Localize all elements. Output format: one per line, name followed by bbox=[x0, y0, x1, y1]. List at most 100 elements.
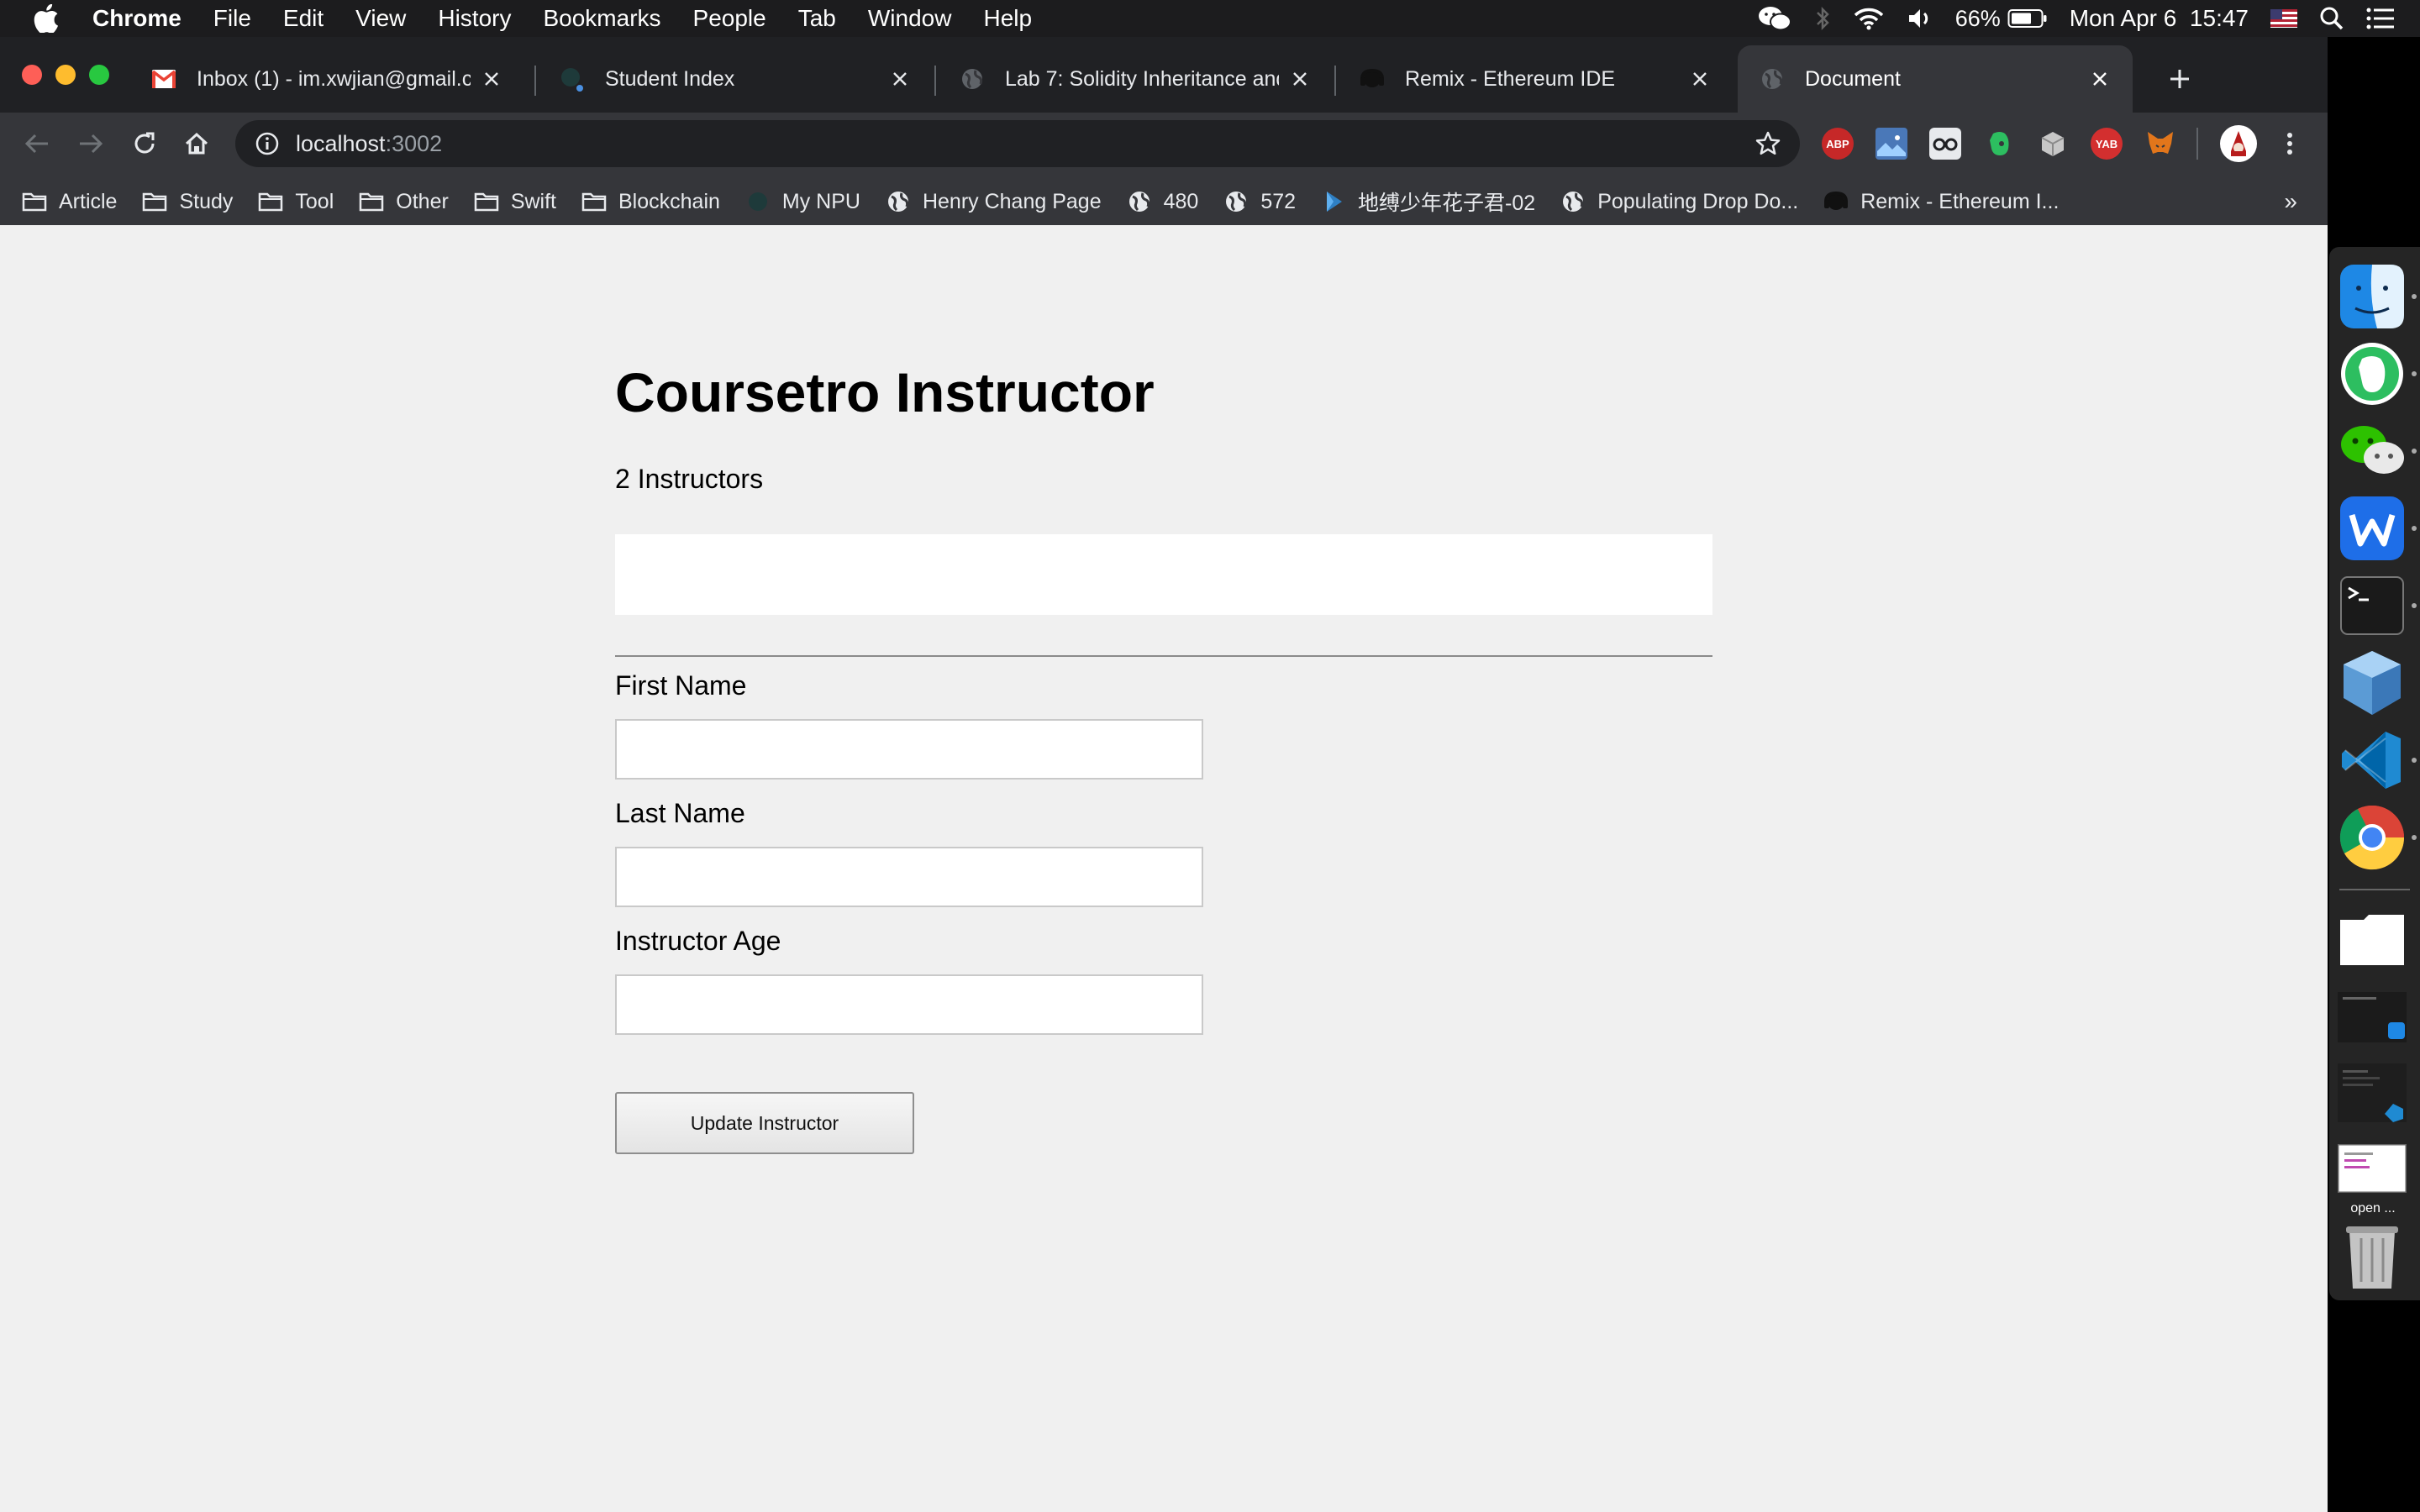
yab-extension-icon[interactable]: YAB bbox=[2091, 128, 2123, 160]
bookmark-folder-swift[interactable]: Swift bbox=[474, 189, 556, 214]
virtualbox-cube-icon[interactable] bbox=[2338, 648, 2407, 717]
bookmarks-overflow-chevron-icon[interactable]: » bbox=[2284, 188, 2297, 215]
last-name-input[interactable] bbox=[615, 847, 1203, 907]
url-port: :3002 bbox=[385, 130, 443, 156]
bookmark-remix[interactable]: Remix - Ethereum I... bbox=[1823, 189, 2059, 214]
bluetooth-icon[interactable] bbox=[1814, 6, 1831, 31]
first-name-input[interactable] bbox=[615, 719, 1203, 780]
tab-document-active[interactable]: Document bbox=[1738, 45, 2133, 113]
forward-arrow-icon[interactable] bbox=[74, 127, 108, 160]
bookmark-folder-study[interactable]: Study bbox=[142, 189, 233, 214]
bookmark-anime-episode[interactable]: 地缚少年花子君-02 bbox=[1321, 186, 1535, 217]
tab-title: Lab 7: Solidity Inheritance and D bbox=[1005, 66, 1279, 91]
menu-edit[interactable]: Edit bbox=[267, 5, 339, 32]
tab-close-icon[interactable] bbox=[479, 66, 504, 92]
wechat-status-icon[interactable] bbox=[1757, 4, 1792, 33]
window-minimize-button[interactable] bbox=[55, 65, 76, 85]
menu-view[interactable]: View bbox=[339, 5, 422, 32]
chrome-window: Inbox (1) - im.xwjian@gmail.com Student … bbox=[0, 37, 2328, 1512]
bookmark-480[interactable]: 480 bbox=[1127, 189, 1199, 214]
menu-app-name[interactable]: Chrome bbox=[92, 5, 197, 32]
menu-people[interactable]: People bbox=[677, 5, 782, 32]
tab-separator bbox=[934, 66, 936, 96]
spotlight-search-icon[interactable] bbox=[2319, 6, 2344, 31]
bookmark-folder-other[interactable]: Other bbox=[359, 189, 449, 214]
bookmark-label: 480 bbox=[1163, 189, 1199, 213]
battery-icon[interactable] bbox=[2007, 8, 2048, 29]
reader-glasses-icon[interactable] bbox=[1929, 128, 1961, 160]
finder-icon[interactable] bbox=[2338, 262, 2407, 331]
update-instructor-button[interactable]: Update Instructor bbox=[615, 1092, 914, 1154]
running-indicator bbox=[2412, 449, 2417, 454]
menu-history[interactable]: History bbox=[422, 5, 527, 32]
folder-stack-icon[interactable] bbox=[2338, 906, 2407, 974]
remix-icon bbox=[1360, 66, 1385, 92]
macos-dock: open ... bbox=[2329, 247, 2420, 1300]
vscode-window-thumbnail[interactable] bbox=[2338, 1058, 2407, 1127]
menu-tab[interactable]: Tab bbox=[782, 5, 852, 32]
tab-student-index[interactable]: Student Index bbox=[538, 45, 933, 113]
tab-close-icon[interactable] bbox=[1687, 66, 1712, 92]
bookmark-folder-tool[interactable]: Tool bbox=[258, 189, 334, 214]
instructor-info-box bbox=[615, 534, 1712, 615]
profile-avatar[interactable] bbox=[2220, 125, 2257, 162]
evernote-icon[interactable] bbox=[2338, 339, 2407, 408]
chrome-menu-kebab-icon[interactable] bbox=[2274, 128, 2306, 160]
menubar-clock[interactable]: Mon Apr 6 15:47 bbox=[2070, 5, 2249, 32]
cube-extension-icon[interactable] bbox=[2037, 128, 2069, 160]
toolbar-separator bbox=[2196, 128, 2198, 160]
tab-remix-ide[interactable]: Remix - Ethereum IDE bbox=[1338, 45, 1733, 113]
folder-icon bbox=[581, 189, 607, 214]
terminal-icon[interactable] bbox=[2338, 571, 2407, 640]
wps-office-icon[interactable] bbox=[2338, 494, 2407, 563]
finder-window-thumbnail[interactable] bbox=[2338, 983, 2407, 1052]
tab-close-icon[interactable] bbox=[2087, 66, 2112, 92]
folder-icon bbox=[359, 189, 384, 214]
address-bar[interactable]: localhost:3002 bbox=[235, 120, 1800, 167]
apple-menu-icon[interactable] bbox=[0, 4, 92, 33]
site-info-icon[interactable] bbox=[254, 130, 281, 157]
bookmark-populating-drop[interactable]: Populating Drop Do... bbox=[1560, 189, 1798, 214]
chrome-icon[interactable] bbox=[2338, 803, 2407, 872]
adblock-plus-icon[interactable]: ABP bbox=[1822, 128, 1854, 160]
menu-help[interactable]: Help bbox=[967, 5, 1048, 32]
bilibili-icon bbox=[1321, 189, 1346, 214]
battery-percent[interactable]: 66% bbox=[1955, 6, 2001, 32]
back-arrow-icon[interactable] bbox=[20, 127, 54, 160]
instructor-age-input[interactable] bbox=[615, 974, 1203, 1035]
photo-extension-icon[interactable] bbox=[1876, 128, 1907, 160]
wifi-icon[interactable] bbox=[1853, 6, 1885, 31]
tab-close-icon[interactable] bbox=[1287, 66, 1313, 92]
menu-file[interactable]: File bbox=[197, 5, 267, 32]
tab-gmail-inbox[interactable]: Inbox (1) - im.xwjian@gmail.com bbox=[129, 45, 524, 113]
us-flag-icon[interactable] bbox=[2270, 9, 2297, 28]
bookmark-folder-blockchain[interactable]: Blockchain bbox=[581, 189, 720, 214]
metamask-fox-icon[interactable] bbox=[2144, 128, 2176, 160]
menu-window[interactable]: Window bbox=[852, 5, 968, 32]
menu-bookmarks[interactable]: Bookmarks bbox=[527, 5, 676, 32]
evernote-extension-icon[interactable] bbox=[1983, 128, 2015, 160]
volume-icon[interactable] bbox=[1907, 6, 1933, 31]
bookmark-folder-article[interactable]: Article bbox=[22, 189, 117, 214]
bookmark-star-icon[interactable] bbox=[1754, 130, 1781, 157]
running-indicator bbox=[2412, 835, 2417, 840]
bookmark-my-npu[interactable]: My NPU bbox=[745, 189, 860, 214]
running-indicator bbox=[2412, 758, 2417, 763]
document-window-thumbnail[interactable] bbox=[2338, 1134, 2407, 1203]
bookmark-572[interactable]: 572 bbox=[1223, 189, 1296, 214]
vscode-icon[interactable] bbox=[2338, 726, 2407, 795]
trash-icon[interactable] bbox=[2338, 1221, 2407, 1290]
bookmark-label: 572 bbox=[1260, 189, 1297, 213]
window-close-button[interactable] bbox=[22, 65, 42, 85]
running-indicator bbox=[2412, 526, 2417, 531]
notification-center-icon[interactable] bbox=[2366, 7, 2395, 30]
tab-solidity-lab[interactable]: Lab 7: Solidity Inheritance and D bbox=[938, 45, 1333, 113]
home-icon[interactable] bbox=[180, 127, 213, 160]
window-zoom-button[interactable] bbox=[89, 65, 109, 85]
bookmark-henry-chang[interactable]: Henry Chang Page bbox=[886, 189, 1102, 214]
new-tab-plus-icon[interactable] bbox=[2163, 62, 2196, 96]
tab-close-icon[interactable] bbox=[887, 66, 913, 92]
globe-icon bbox=[960, 66, 985, 92]
reload-icon[interactable] bbox=[128, 127, 161, 160]
wechat-icon[interactable] bbox=[2338, 417, 2407, 486]
